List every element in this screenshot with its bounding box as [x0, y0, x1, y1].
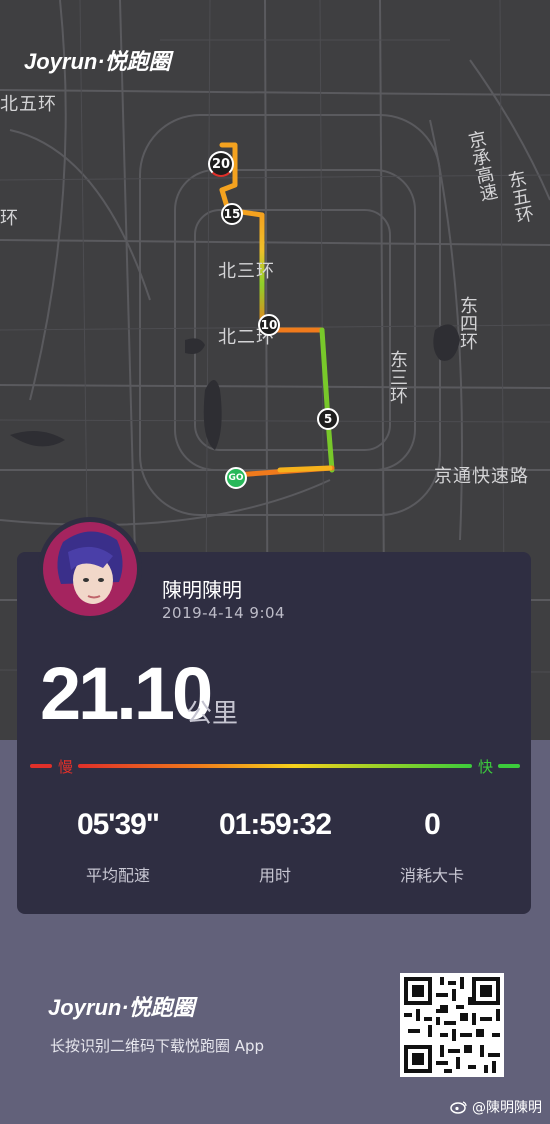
pace-scale-gradient	[78, 764, 472, 768]
label-north-fifth-ring: 北五环	[0, 94, 57, 115]
marker-start[interactable]: GO	[225, 467, 247, 489]
marker-km-10[interactable]: 10	[258, 314, 280, 336]
stat-calories: 0 消耗大卡	[352, 808, 512, 886]
pace-scale-slow-segment	[30, 764, 52, 768]
brand-logo-bottom: Joyrun·悦跑圈	[48, 995, 195, 1020]
weibo-icon	[450, 1101, 467, 1114]
distance-unit: 公里	[186, 699, 239, 729]
user-name: 陳明陳明	[162, 578, 242, 602]
stat-label: 消耗大卡	[399, 866, 464, 885]
stat-value: 0	[424, 808, 441, 841]
avatar-portrait	[57, 531, 123, 604]
qr-code-image	[400, 973, 504, 1077]
brand-logo-top: Joyrun·悦跑圈	[24, 49, 171, 74]
distance-value: 21.10	[40, 652, 213, 735]
marker-km-15[interactable]: 15	[221, 203, 243, 225]
stat-value: 01:59:32	[218, 808, 332, 841]
stat-average-pace: 05'39" 平均配速	[38, 808, 198, 886]
pace-scale-slow-label: 慢	[58, 758, 74, 776]
stat-duration: 01:59:32 用时	[195, 808, 355, 886]
weibo-watermark: @陳明陳明	[450, 1097, 542, 1117]
label-east-fourth-ring: 东四环	[457, 296, 478, 350]
stat-label: 平均配速	[85, 866, 150, 885]
pace-scale: 慢 快	[30, 756, 520, 776]
run-datetime: 2019-4-14 9:04	[162, 604, 286, 622]
marker-km-20[interactable]: 20	[208, 151, 234, 177]
marker-km-5[interactable]: 5	[317, 408, 339, 430]
watermark-text: @陳明陳明	[472, 1100, 542, 1116]
stat-label: 用时	[258, 866, 291, 885]
label-north-third-ring: 北三环	[218, 261, 275, 282]
label-east-third-ring: 东三环	[387, 350, 408, 404]
qr-code[interactable]	[400, 973, 504, 1077]
stat-value: 05'39"	[76, 808, 160, 841]
pace-scale-fast-label: 快	[478, 758, 494, 776]
label-jingtong-expressway: 京通快速路	[434, 466, 529, 487]
download-tagline: 长按识别二维码下载悦跑圈 App	[50, 1037, 265, 1055]
label-fragment-left: 环	[0, 208, 19, 229]
pace-scale-fast-segment	[498, 764, 520, 768]
avatar[interactable]	[38, 517, 142, 621]
